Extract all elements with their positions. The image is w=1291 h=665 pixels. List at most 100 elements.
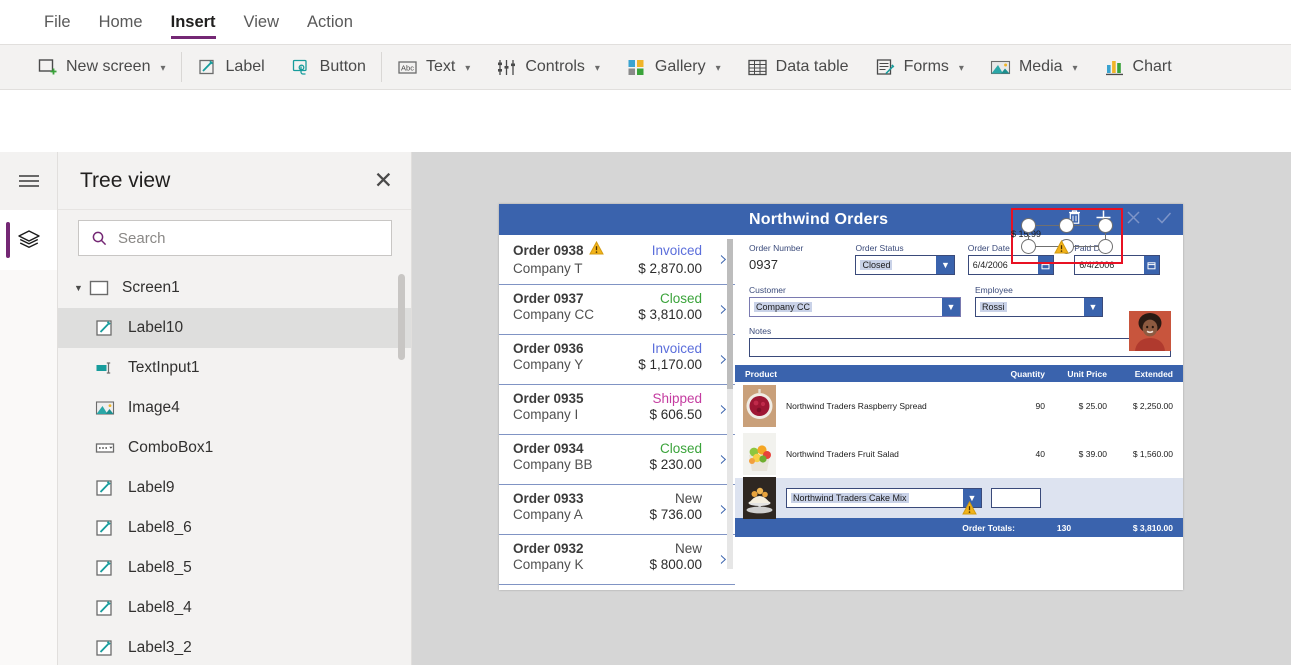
order-amount: $ 1,170.00 [638, 357, 702, 372]
warning-triangle-icon [588, 240, 604, 260]
tree-item-label8_6[interactable]: Label8_6 [58, 508, 411, 548]
customer-dropdown[interactable]: Company CC ▼ [749, 297, 961, 317]
chevron-down-icon: ▾ [465, 62, 471, 74]
ribbon-gallery-menu[interactable]: Gallery ▾ [613, 45, 734, 89]
gallery-row-order-0937[interactable]: Order 0937 Closed Company CC $ 3,810.00 … [499, 285, 735, 335]
resize-handle-sw[interactable] [1021, 239, 1036, 254]
customer-field: Customer Company CC ▼ [749, 285, 975, 317]
order-number-label: Order Number [749, 243, 804, 253]
product-extended: $ 1,560.00 [1132, 449, 1173, 459]
order-number: Order 0932 [513, 541, 584, 556]
menu-tab-insert[interactable]: Insert [157, 0, 230, 44]
gallery-scrollbar[interactable] [727, 239, 733, 569]
hamburger-icon [18, 175, 39, 187]
tree-item-label9[interactable]: Label9 [58, 468, 411, 508]
resize-handle-nw[interactable] [1021, 218, 1036, 233]
product-row-fruit-salad[interactable]: Northwind Traders Fruit Salad 40 $ 39.00… [735, 430, 1183, 478]
order-company: Company K [513, 557, 584, 572]
gallery-row-order-0935[interactable]: Order 0935 Shipped Company I $ 606.50 › [499, 385, 735, 435]
product-name: Northwind Traders Fruit Salad [786, 449, 899, 459]
tree-item-label8_4[interactable]: Label8_4 [58, 588, 411, 628]
text-input-icon [94, 357, 116, 379]
ribbon-text-menu[interactable]: Abc Text ▾ [384, 45, 483, 89]
notes-field: Notes [749, 326, 1171, 357]
tree-item-label8_5[interactable]: Label8_5 [58, 548, 411, 588]
new-quantity-input[interactable] [991, 488, 1041, 508]
gallery-row-order-0934[interactable]: Order 0934 Closed Company BB $ 230.00 › [499, 435, 735, 485]
menu-tab-view[interactable]: View [230, 0, 293, 44]
tree-item-label: Label3_2 [128, 639, 192, 656]
design-canvas[interactable]: Order 0938 Invoiced Company T $ 2,870.00… [412, 152, 1291, 665]
chevron-down-icon: ▾ [1072, 62, 1078, 74]
column-product: Product [745, 368, 778, 379]
ribbon-label: Media [1018, 58, 1063, 75]
ribbon-media-menu[interactable]: Media ▾ [977, 45, 1091, 89]
label-icon [94, 637, 116, 659]
ribbon-forms-menu[interactable]: Forms ▾ [862, 45, 977, 89]
new-screen-icon [37, 57, 58, 78]
product-extended: $ 2,250.00 [1132, 401, 1173, 411]
order-number: Order 0937 [513, 291, 584, 306]
menu-tab-home[interactable]: Home [85, 0, 157, 44]
tree-item-list[interactable]: ▼ Screen1 Label10 TextInput1 Image4 Comb… [58, 268, 411, 665]
check-icon[interactable] [1155, 209, 1173, 231]
tree-item-label10[interactable]: Label10 [58, 308, 411, 348]
left-rail [0, 152, 58, 665]
menu-tab-action[interactable]: Action [293, 0, 367, 44]
product-row-raspberry-spread[interactable]: Northwind Traders Raspberry Spread 90 $ … [735, 382, 1183, 430]
warning-triangle-icon [1054, 239, 1069, 259]
new-product-combobox[interactable]: Northwind Traders Cake Mix ▼ [786, 488, 982, 508]
ribbon-controls-menu[interactable]: Controls ▾ [483, 45, 613, 89]
tree-item-label3_2[interactable]: Label3_2 [58, 628, 411, 665]
expand-triangle-icon[interactable]: ▼ [74, 283, 88, 293]
product-quantity: 90 [1035, 401, 1045, 411]
ribbon-button-button[interactable]: Button [278, 45, 379, 89]
tree-view-rail-button[interactable] [0, 210, 57, 270]
tree-view-title: Tree view [80, 168, 171, 192]
employee-avatar [1129, 311, 1171, 351]
order-company: Company A [513, 507, 583, 522]
close-icon[interactable]: ✕ [374, 169, 393, 192]
cancel-icon[interactable] [1125, 209, 1142, 231]
chevron-down-icon: ▾ [958, 62, 964, 74]
resize-handle-n[interactable] [1059, 218, 1074, 233]
gallery-row-order-0933[interactable]: Order 0933 New Company A $ 736.00 › [499, 485, 735, 535]
order-status-dropdown[interactable]: Closed ▼ [855, 255, 956, 275]
notes-input[interactable] [749, 338, 1171, 357]
menu-tab-list: File Home Insert View Action [0, 0, 1291, 44]
ribbon-label: Button [319, 58, 366, 75]
label-icon [197, 57, 218, 78]
tree-item-screen1[interactable]: ▼ Screen1 [58, 268, 411, 308]
tree-item-image4[interactable]: Image4 [58, 388, 411, 428]
resize-handle-ne[interactable] [1098, 218, 1113, 233]
gallery-row-order-0932[interactable]: Order 0932 New Company K $ 800.00 › [499, 535, 735, 585]
tree-item-label: Label8_5 [128, 559, 192, 576]
ribbon-label-button[interactable]: Label [184, 45, 278, 89]
data-table-icon [747, 57, 768, 78]
calendar-icon[interactable] [1144, 256, 1160, 274]
ribbon-new-screen-button[interactable]: New screen ▾ [24, 45, 179, 89]
tree-item-textinput1[interactable]: TextInput1 [58, 348, 411, 388]
order-amount: $ 606.50 [649, 407, 702, 422]
gallery-row-order-0936[interactable]: Order 0936 Invoiced Company Y $ 1,170.00… [499, 335, 735, 385]
employee-dropdown[interactable]: Rossi ▼ [975, 297, 1103, 317]
totals-quantity: 130 [1056, 522, 1072, 533]
label-icon [94, 597, 116, 619]
resize-handle-se[interactable] [1098, 239, 1113, 254]
new-quantity-wrap [985, 488, 1041, 508]
ribbon-chart-menu[interactable]: Chart [1091, 45, 1185, 89]
tree-scrollbar[interactable] [398, 274, 405, 360]
hamburger-menu-button[interactable] [0, 152, 57, 210]
tree-item-combobox1[interactable]: ComboBox1 [58, 428, 411, 468]
search-input[interactable]: Search [78, 220, 392, 256]
label10-selection-handles: $ 15.99 [1011, 218, 1113, 254]
chevron-down-icon: ▼ [1084, 298, 1102, 316]
column-extended: Extended [1134, 368, 1173, 379]
ribbon-data-table-button[interactable]: Data table [734, 45, 862, 89]
new-product-value: Northwind Traders Cake Mix [791, 493, 909, 503]
product-row-new-entry[interactable]: Northwind Traders Cake Mix ▼ [735, 477, 1183, 519]
menu-tab-file[interactable]: File [30, 0, 85, 44]
product-unit-price: $ 25.00 [1078, 401, 1107, 411]
order-status: Invoiced [651, 243, 702, 258]
gallery-row-order-0938[interactable]: Order 0938 Invoiced Company T $ 2,870.00… [499, 235, 735, 285]
